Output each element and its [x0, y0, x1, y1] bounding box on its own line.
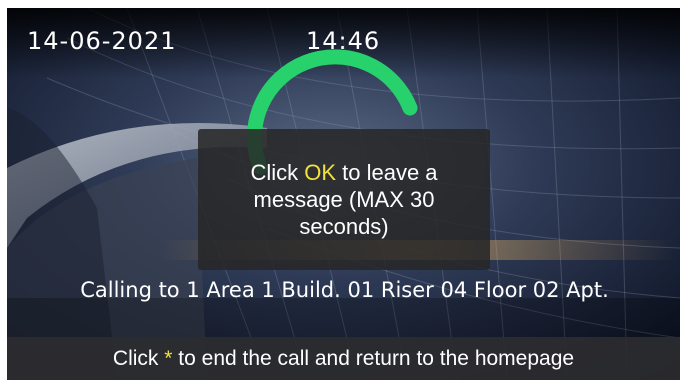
time-display: 14:46 — [306, 27, 381, 55]
leave-message-dialog: Click OK to leave a message (MAX 30 seco… — [198, 129, 490, 270]
footer-prefix: Click — [112, 346, 165, 370]
footer-suffix: to end the call and return to the homepa… — [172, 346, 575, 370]
instruction-bar: Click * to end the call and return to th… — [7, 337, 680, 380]
dialog-prefix: Click — [250, 160, 305, 185]
ok-key-label: OK — [304, 160, 337, 185]
intercom-screen: 14-06-2021 14:46 Click OK to leave a mes… — [7, 8, 680, 380]
device-frame: 14-06-2021 14:46 Click OK to leave a mes… — [0, 0, 688, 387]
calling-status: Calling to 1 Area 1 Build. 01 Riser 04 F… — [80, 278, 609, 302]
end-call-instruction: Click * to end the call and return to th… — [113, 347, 574, 371]
date-display: 14-06-2021 — [27, 27, 177, 55]
leave-message-text: Click OK to leave a message (MAX 30 seco… — [226, 159, 462, 240]
